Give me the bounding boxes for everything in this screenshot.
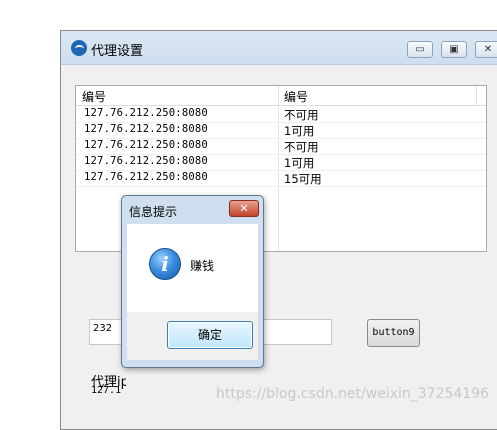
- minimize-button[interactable]: ▭: [407, 41, 433, 58]
- cell-address: 127.76.212.250:8080: [84, 155, 208, 167]
- cell-address: 127.76.212.250:8080: [84, 107, 208, 119]
- table-row[interactable]: 127.76.212.250:8080 不可用: [76, 138, 486, 155]
- column-divider[interactable]: [278, 86, 279, 105]
- table-row[interactable]: 127.76.212.250:8080 不可用: [76, 106, 486, 123]
- watermark-text: https://blog.csdn.net/weixin_37254196: [216, 386, 490, 402]
- dialog-title: 信息提示: [129, 205, 178, 219]
- window-title: 代理设置: [91, 44, 144, 59]
- dialog-body: i 赚钱: [127, 224, 258, 312]
- ok-button[interactable]: 确定: [167, 321, 253, 349]
- close-button[interactable]: ✕: [475, 41, 497, 58]
- cell-address: 127.76.212.250:8080: [84, 123, 208, 135]
- proxy-ip-value: 127.1: [91, 385, 122, 396]
- cell-status: 不可用: [284, 140, 319, 154]
- list-header: 编号 编号: [76, 86, 486, 106]
- table-row[interactable]: 127.76.212.250:8080 1可用: [76, 154, 486, 171]
- table-row[interactable]: 127.76.212.250:8080 1可用: [76, 122, 486, 139]
- title-bar: 代理设置 ▭ ▣ ✕: [61, 31, 497, 65]
- dialog-footer: 确定: [127, 312, 258, 360]
- table-row[interactable]: 127.76.212.250:8080 15可用: [76, 170, 486, 187]
- cell-address: 127.76.212.250:8080: [84, 171, 208, 183]
- app-logo-icon: [71, 40, 87, 56]
- cell-address: 127.76.212.250:8080: [84, 139, 208, 151]
- column-header-id[interactable]: 编号: [82, 88, 106, 105]
- button9[interactable]: button9: [367, 319, 420, 347]
- maximize-button[interactable]: ▣: [441, 41, 467, 58]
- cell-status: 不可用: [284, 108, 319, 122]
- cell-status: 1可用: [284, 156, 315, 170]
- cell-status: 1可用: [284, 124, 315, 138]
- column-header-status[interactable]: 编号: [284, 88, 308, 105]
- message-dialog: 信息提示 ✕ i 赚钱 确定: [121, 195, 264, 368]
- column-divider[interactable]: [476, 86, 477, 105]
- dialog-close-button[interactable]: ✕: [229, 200, 259, 217]
- cell-status: 15可用: [284, 172, 322, 186]
- dialog-message: 赚钱: [190, 259, 215, 273]
- info-icon: i: [149, 248, 181, 280]
